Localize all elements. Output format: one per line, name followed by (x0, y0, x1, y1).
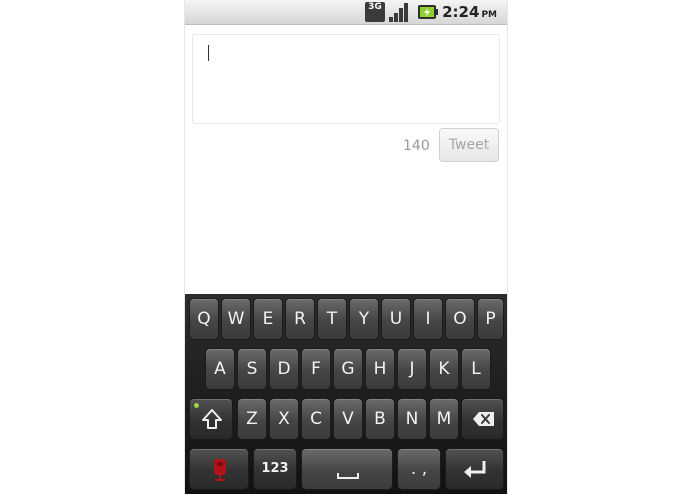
enter-arrow-icon (464, 461, 486, 478)
battery-icon (417, 2, 439, 22)
status-clock: 2:24 PM (442, 3, 497, 21)
backspace-key[interactable] (461, 398, 504, 440)
network-label: 3G (368, 2, 382, 12)
key-f[interactable]: F (301, 348, 331, 390)
key-t[interactable]: T (317, 298, 347, 340)
key-e[interactable]: E (253, 298, 283, 340)
punctuation-key[interactable]: . , (397, 448, 441, 490)
key-c[interactable]: C (301, 398, 331, 440)
key-y[interactable]: Y (349, 298, 379, 340)
key-g[interactable]: G (333, 348, 363, 390)
clock-time: 2:24 (442, 3, 480, 21)
numbers-key[interactable]: 123 (253, 448, 297, 490)
key-b[interactable]: B (365, 398, 395, 440)
status-bar: 3G 2:24 PM (185, 0, 507, 25)
network-3g-icon: 3G (365, 2, 385, 22)
key-s[interactable]: S (237, 348, 267, 390)
key-v[interactable]: V (333, 398, 363, 440)
signal-strength-icon (389, 2, 411, 22)
key-i[interactable]: I (413, 298, 443, 340)
key-u[interactable]: U (381, 298, 411, 340)
character-counter: 140 (403, 138, 430, 154)
voice-input-key[interactable] (189, 448, 249, 490)
clock-ampm: PM (481, 10, 497, 20)
key-r[interactable]: R (285, 298, 315, 340)
key-d[interactable]: D (269, 348, 299, 390)
space-bar-icon (337, 473, 359, 479)
key-n[interactable]: N (397, 398, 427, 440)
space-key[interactable] (301, 448, 393, 490)
key-a[interactable]: A (205, 348, 235, 390)
key-q[interactable]: Q (189, 298, 219, 340)
caps-indicator (194, 403, 199, 408)
microphone-icon (214, 459, 226, 481)
shift-key[interactable] (189, 398, 233, 440)
key-m[interactable]: M (429, 398, 459, 440)
tweet-button[interactable]: Tweet (439, 128, 499, 162)
key-x[interactable]: X (269, 398, 299, 440)
tweet-compose-box (192, 34, 500, 124)
soft-keyboard: Q W E R T Y U I O P A S D F G H J K L Z … (185, 294, 507, 494)
key-h[interactable]: H (365, 348, 395, 390)
key-j[interactable]: J (397, 348, 427, 390)
enter-key[interactable] (445, 448, 504, 490)
key-p[interactable]: P (477, 298, 504, 340)
key-z[interactable]: Z (237, 398, 267, 440)
text-cursor (208, 45, 209, 61)
key-w[interactable]: W (221, 298, 251, 340)
key-k[interactable]: K (429, 348, 459, 390)
phone-screen: 3G 2:24 PM 140 Tweet Q W E R T Y U I O P… (185, 0, 507, 494)
key-l[interactable]: L (461, 348, 491, 390)
key-o[interactable]: O (445, 298, 475, 340)
backspace-icon (473, 412, 494, 426)
tweet-input[interactable] (193, 35, 499, 123)
